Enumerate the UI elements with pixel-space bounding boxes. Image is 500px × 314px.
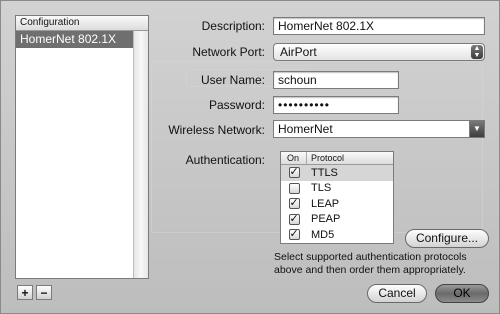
chevron-down-icon[interactable]: ▼ (469, 121, 484, 137)
protocol-name: LEAP (311, 197, 340, 210)
authentication-hint-text: Select supported authentication protocol… (274, 251, 467, 276)
wireless-network-combo[interactable]: HomerNet ▼ (273, 120, 485, 138)
protocol-on-cell (281, 182, 307, 194)
configure-button[interactable]: Configure... (405, 229, 489, 248)
checkbox-checked-icon[interactable]: ✓ (288, 167, 300, 179)
column-header-protocol[interactable]: Protocol (307, 152, 344, 164)
checkbox-checked-icon[interactable]: ✓ (288, 198, 300, 210)
ok-button[interactable]: OK (435, 284, 489, 303)
authentication-label: Authentication: (185, 153, 265, 167)
checkbox-unchecked-icon[interactable] (288, 182, 300, 194)
802-1x-configuration-sheet: Configuration HomerNet 802.1X + − Descri… (0, 0, 500, 314)
cancel-button[interactable]: Cancel (367, 284, 427, 303)
network-port-popup[interactable]: AirPort ▲ ▼ (273, 43, 485, 61)
protocol-row[interactable]: ✓ TTLS (281, 165, 393, 181)
protocol-name: TLS (311, 182, 332, 195)
user-name-field[interactable]: schoun (273, 71, 399, 89)
protocol-on-cell: ✓ (281, 213, 307, 225)
protocol-row[interactable]: ✓ MD5 (281, 227, 393, 243)
network-port-value: AirPort (280, 45, 317, 59)
updown-arrows-icon: ▲ ▼ (471, 45, 483, 59)
protocol-row[interactable]: ✓ LEAP (281, 196, 393, 212)
configuration-list[interactable]: Configuration HomerNet 802.1X (15, 15, 149, 279)
network-port-label: Network Port: (192, 45, 265, 59)
password-label: Password: (208, 98, 265, 112)
remove-configuration-button[interactable]: − (36, 285, 52, 300)
configuration-list-item[interactable]: HomerNet 802.1X (16, 31, 148, 48)
password-field[interactable]: •••••••••• (273, 96, 399, 114)
protocol-name: MD5 (311, 228, 335, 241)
configuration-list-header: Configuration (16, 16, 148, 31)
wireless-network-label: Wireless Network: (168, 123, 265, 137)
protocol-on-cell: ✓ (281, 229, 307, 241)
configuration-list-scrollbar[interactable] (133, 31, 148, 278)
wireless-network-value: HomerNet (278, 122, 333, 136)
add-configuration-button[interactable]: + (17, 285, 33, 300)
protocol-name: PEAP (311, 213, 341, 226)
protocol-row[interactable]: TLS (281, 181, 393, 197)
authentication-table-header: On Protocol (281, 152, 393, 165)
description-field[interactable]: HomerNet 802.1X (273, 17, 485, 35)
authentication-protocol-table[interactable]: On Protocol ✓ TTLS TLS ✓ LEAP ✓ PEAP ✓ MD5 (280, 151, 394, 244)
column-header-on[interactable]: On (281, 152, 307, 164)
protocol-name: TTLS (311, 166, 338, 179)
checkbox-checked-icon[interactable]: ✓ (288, 229, 300, 241)
protocol-on-cell: ✓ (281, 167, 307, 179)
protocol-row[interactable]: ✓ PEAP (281, 212, 393, 228)
user-name-label: User Name: (200, 73, 265, 87)
description-label: Description: (201, 19, 265, 33)
checkbox-checked-icon[interactable]: ✓ (288, 213, 300, 225)
protocol-on-cell: ✓ (281, 198, 307, 210)
